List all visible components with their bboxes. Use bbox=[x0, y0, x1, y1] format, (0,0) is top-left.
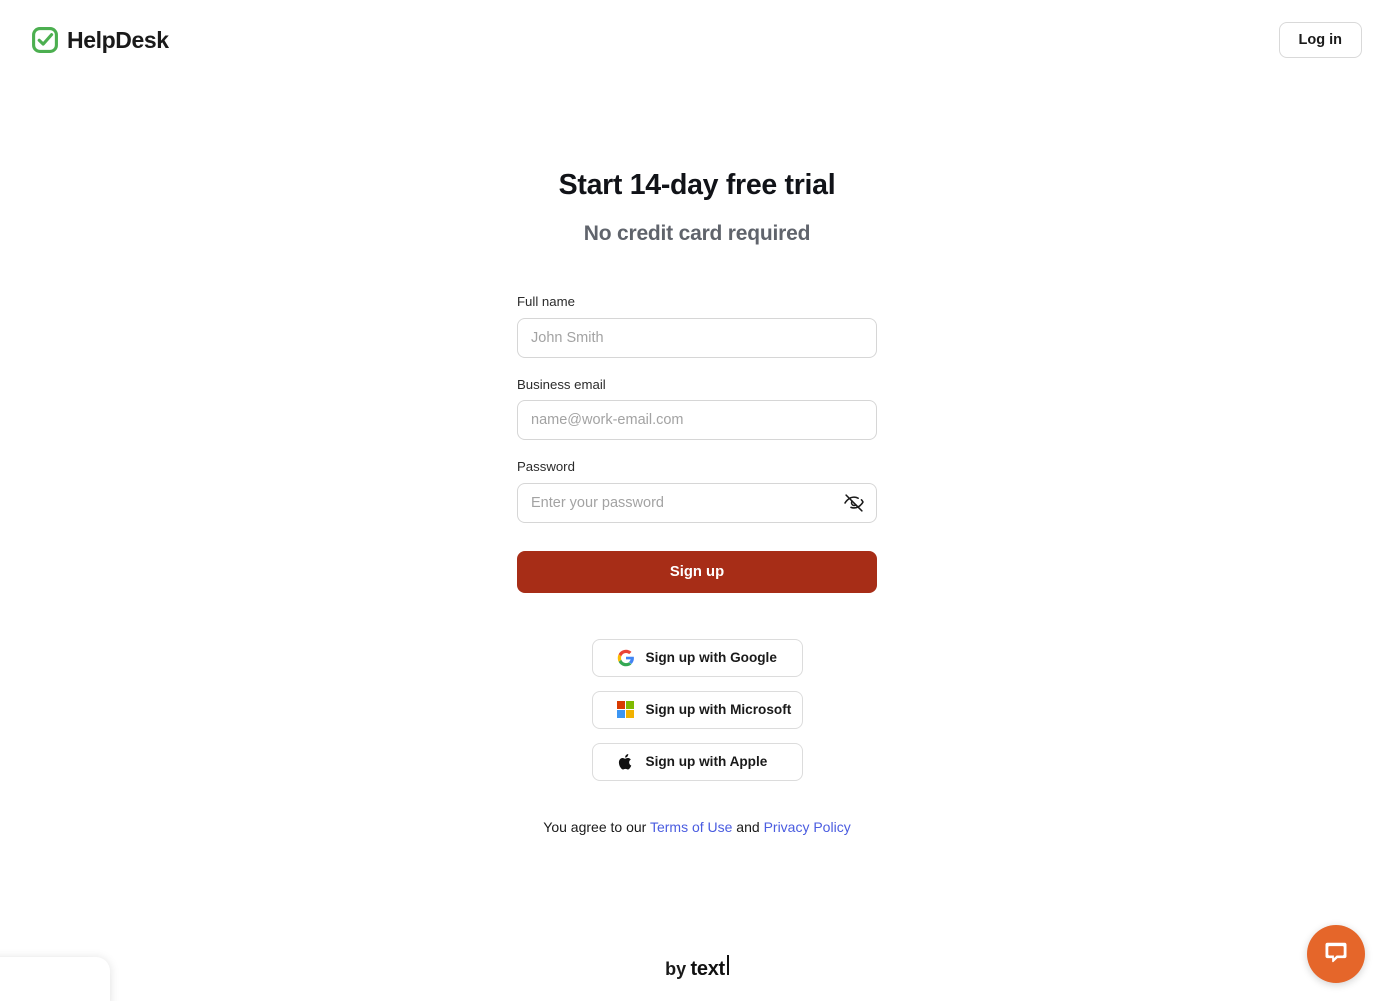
signup-with-microsoft-button[interactable]: Sign up with Microsoft bbox=[591, 690, 803, 729]
footer-by-label: by bbox=[665, 959, 687, 979]
microsoft-icon bbox=[616, 700, 635, 719]
signup-with-apple-label: Sign up with Apple bbox=[645, 754, 768, 770]
legal-agreement: You agree to our Terms of Use and Privac… bbox=[543, 818, 850, 838]
signup-with-google-label: Sign up with Google bbox=[645, 650, 777, 666]
main-content: Start 14-day free trial No credit card r… bbox=[0, 0, 1394, 837]
business-email-input[interactable] bbox=[517, 400, 877, 441]
password-label: Password bbox=[517, 459, 575, 475]
legal-conjunction: and bbox=[732, 818, 764, 835]
signup-button[interactable]: Sign up bbox=[517, 550, 877, 593]
password-input-wrap bbox=[517, 482, 877, 523]
apple-icon bbox=[617, 753, 635, 771]
page-subtitle: No credit card required bbox=[583, 222, 811, 246]
terms-of-use-link[interactable]: Terms of Use bbox=[650, 819, 732, 835]
signup-with-apple-button[interactable]: Sign up with Apple bbox=[591, 742, 803, 781]
page-title: Start 14-day free trial bbox=[558, 169, 836, 201]
password-input[interactable] bbox=[517, 482, 877, 523]
business-email-input-wrap bbox=[517, 400, 877, 441]
full-name-label: Full name bbox=[517, 294, 575, 310]
signup-with-microsoft-label: Sign up with Microsoft bbox=[645, 702, 792, 718]
full-name-input-wrap bbox=[517, 317, 877, 358]
footer-caret-icon bbox=[726, 955, 729, 975]
business-email-label: Business email bbox=[517, 376, 606, 392]
eye-off-icon[interactable] bbox=[842, 491, 866, 515]
legal-prefix: You agree to our bbox=[543, 818, 650, 835]
social-signup-group: Sign up with Google Sign up with Microso… bbox=[591, 638, 803, 781]
google-icon bbox=[617, 649, 635, 667]
signup-page: HelpDesk Log in Start 14-day free trial … bbox=[0, 0, 1394, 1001]
footer-branding: by text bbox=[0, 955, 1394, 981]
chat-widget-button[interactable] bbox=[1307, 925, 1365, 983]
field-password: Password bbox=[517, 458, 877, 523]
privacy-policy-link[interactable]: Privacy Policy bbox=[764, 819, 851, 835]
field-full-name: Full name bbox=[517, 293, 877, 358]
chat-bubble-icon bbox=[1322, 939, 1350, 970]
signup-form: Full name Business email Password bbox=[517, 293, 877, 593]
footer-brand-name: text bbox=[690, 958, 726, 980]
signup-with-google-button[interactable]: Sign up with Google bbox=[591, 638, 803, 677]
full-name-input[interactable] bbox=[517, 317, 877, 358]
corner-panel bbox=[0, 957, 110, 1001]
field-business-email: Business email bbox=[517, 376, 877, 441]
